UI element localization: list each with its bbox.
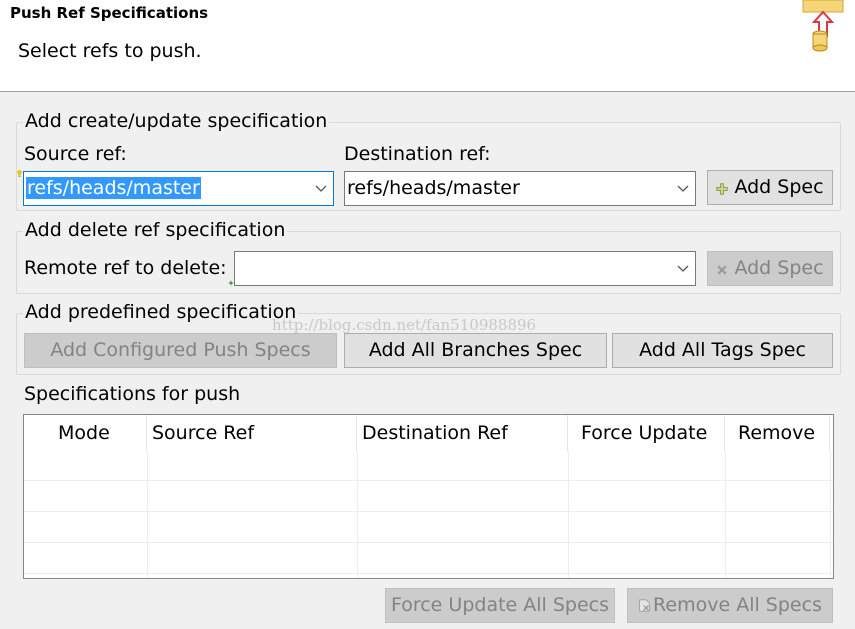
chevron-down-icon[interactable] <box>676 261 690 275</box>
column-header-mode[interactable]: Mode <box>24 415 147 451</box>
remote-ref-label: Remote ref to delete: <box>24 257 227 279</box>
column-header-remove[interactable]: Remove <box>725 415 830 451</box>
specs-table[interactable]: Mode Source Ref Destination Ref Force Up… <box>23 414 834 579</box>
plus-icon <box>716 183 729 195</box>
watermark: http://blog.csdn.net/fan510988896 <box>272 316 537 334</box>
column-divider <box>147 451 148 578</box>
add-all-tags-spec-button[interactable]: Add All Tags Spec <box>612 333 833 368</box>
predefined-group-title: Add predefined specification <box>23 301 299 323</box>
row-divider <box>24 573 833 574</box>
specs-for-push-title: Specifications for push <box>24 383 241 405</box>
column-divider <box>357 451 358 578</box>
column-divider <box>725 451 726 578</box>
row-divider <box>24 542 833 543</box>
page-description: Select refs to push. <box>18 40 202 62</box>
add-spec-label: Add Spec <box>734 176 824 198</box>
row-divider <box>24 511 833 512</box>
column-header-source-ref[interactable]: Source Ref <box>147 415 357 451</box>
remove-all-specs-label: Remove All Specs <box>653 594 822 616</box>
source-ref-combo[interactable]: refs/heads/master <box>23 171 334 206</box>
source-ref-value: refs/heads/master <box>26 177 201 199</box>
add-all-branches-spec-button[interactable]: Add All Branches Spec <box>344 333 607 368</box>
chevron-down-icon[interactable] <box>314 181 328 195</box>
delete-ref-group-title: Add delete ref specification <box>23 219 288 241</box>
page-title: Push Ref Specifications <box>10 4 209 22</box>
add-spec-button[interactable]: Add Spec <box>707 170 833 205</box>
content-assist-bulb-icon <box>17 170 22 177</box>
source-ref-label: Source ref: <box>24 143 127 165</box>
destination-ref-label: Destination ref: <box>344 143 491 165</box>
add-configured-push-specs-button[interactable]: Add Configured Push Specs <box>24 333 337 368</box>
column-header-destination-ref[interactable]: Destination Ref <box>357 415 568 451</box>
destination-ref-value: refs/heads/master <box>347 177 520 199</box>
remote-ref-combo[interactable] <box>234 251 696 286</box>
column-divider <box>568 451 569 578</box>
chevron-down-icon[interactable] <box>676 181 690 195</box>
destination-ref-combo[interactable]: refs/heads/master <box>344 171 696 206</box>
add-delete-spec-label: Add Spec <box>734 257 824 279</box>
delete-x-icon <box>717 265 727 275</box>
wizard-header: Push Ref Specifications Select refs to p… <box>0 0 855 92</box>
row-divider <box>24 480 833 481</box>
push-database-icon <box>802 0 844 52</box>
column-divider <box>830 451 831 578</box>
remove-all-specs-button[interactable]: Remove All Specs <box>627 588 833 623</box>
force-update-all-specs-button[interactable]: Force Update All Specs <box>385 588 615 623</box>
remove-all-icon <box>639 599 650 612</box>
create-update-group-title: Add create/update specification <box>23 110 330 132</box>
add-delete-spec-button[interactable]: Add Spec <box>707 251 833 286</box>
column-header-force-update[interactable]: Force Update <box>568 415 725 451</box>
